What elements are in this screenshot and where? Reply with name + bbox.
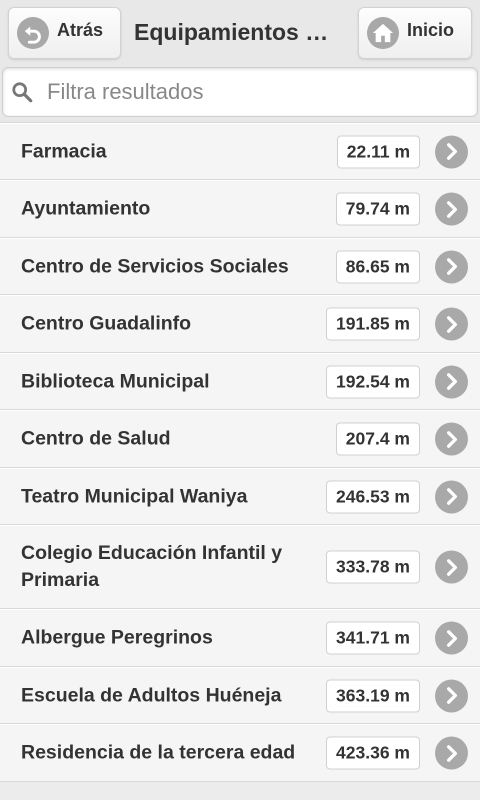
distance-badge: 22.11 m xyxy=(336,135,420,168)
undo-arrow-icon xyxy=(17,17,49,49)
list-item-name: Centro Guadalinfo xyxy=(21,312,192,335)
chevron-right-icon[interactable] xyxy=(435,736,468,770)
list-item-name: Centro de Servicios Sociales xyxy=(21,255,289,277)
list-item[interactable]: Colegio Educación Infantil y Primaria 333… xyxy=(0,525,480,609)
distance-badge: 207.4 m xyxy=(335,422,420,456)
distance-badge: 191.85 m xyxy=(326,307,420,341)
distance-badge: 79.74 m xyxy=(335,192,420,226)
chevron-right-icon[interactable] xyxy=(435,422,468,456)
distance-badge: 333.78 m xyxy=(326,550,420,584)
list-item[interactable]: Ayuntamiento 79.74 m xyxy=(0,180,480,238)
list-item-name: Biblioteca Municipal xyxy=(21,370,210,392)
list-item[interactable]: Centro de Salud 207.4 m xyxy=(0,410,480,468)
list-item-name: Teatro Municipal Waniya xyxy=(21,485,248,507)
distance-badge: 341.71 m xyxy=(326,621,420,655)
chevron-right-icon[interactable] xyxy=(435,365,468,398)
list-item[interactable]: Centro de Servicios Sociales 86.65 m xyxy=(0,238,480,295)
chevron-right-icon[interactable] xyxy=(435,135,468,168)
results-list: Farmacia 22.11 m Ayuntamiento 79.74 m Centro… xyxy=(0,122,480,782)
search-bar xyxy=(0,64,480,122)
list-item[interactable]: Escuela de Adultos Huéneja 363.19 m xyxy=(0,667,480,724)
list-item[interactable]: Biblioteca Municipal 192.54 m xyxy=(0,353,480,410)
distance-badge: 86.65 m xyxy=(335,250,420,283)
chevron-right-icon[interactable] xyxy=(435,192,468,226)
list-item-name: Residencia de la tercera edad xyxy=(21,741,296,764)
search-icon xyxy=(11,81,33,103)
back-button-label: Atrás xyxy=(57,19,104,40)
chevron-right-icon[interactable] xyxy=(435,550,468,584)
list-item-name: Farmacia xyxy=(21,140,107,162)
distance-badge: 246.53 m xyxy=(326,480,420,513)
search-box[interactable] xyxy=(2,67,478,117)
home-button[interactable]: Inicio xyxy=(358,7,472,59)
list-item[interactable]: Teatro Municipal Waniya 246.53 m xyxy=(0,468,480,525)
list-item-name: Escuela de Adultos Huéneja xyxy=(21,684,282,706)
chevron-right-icon[interactable] xyxy=(435,480,468,513)
distance-badge: 192.54 m xyxy=(326,365,420,398)
distance-badge: 363.19 m xyxy=(326,679,420,712)
chevron-right-icon[interactable] xyxy=(435,621,468,655)
list-item-name: Colegio Educación Infantil y Primaria xyxy=(21,542,283,591)
chevron-right-icon[interactable] xyxy=(435,307,468,341)
list-item-name: Centro de Salud xyxy=(21,427,171,450)
chevron-right-icon[interactable] xyxy=(435,679,468,712)
list-item[interactable]: Residencia de la tercera edad 423.36 m xyxy=(0,724,480,782)
list-item[interactable]: Farmacia 22.11 m xyxy=(0,123,480,180)
page-title: Equipamientos … xyxy=(134,19,329,45)
header-bar: Atrás Equipamientos … Inicio xyxy=(0,0,480,64)
home-button-label: Inicio xyxy=(407,19,455,40)
chevron-right-icon[interactable] xyxy=(435,250,468,283)
list-item-name: Ayuntamiento xyxy=(21,197,151,220)
distance-badge: 423.36 m xyxy=(326,736,420,770)
list-item[interactable]: Albergue Peregrinos 341.71 m xyxy=(0,609,480,667)
list-item-name: Albergue Peregrinos xyxy=(21,626,213,649)
list-item[interactable]: Centro Guadalinfo 191.85 m xyxy=(0,295,480,353)
back-button[interactable]: Atrás xyxy=(8,7,121,59)
search-input[interactable] xyxy=(47,79,447,105)
home-icon xyxy=(367,17,399,49)
